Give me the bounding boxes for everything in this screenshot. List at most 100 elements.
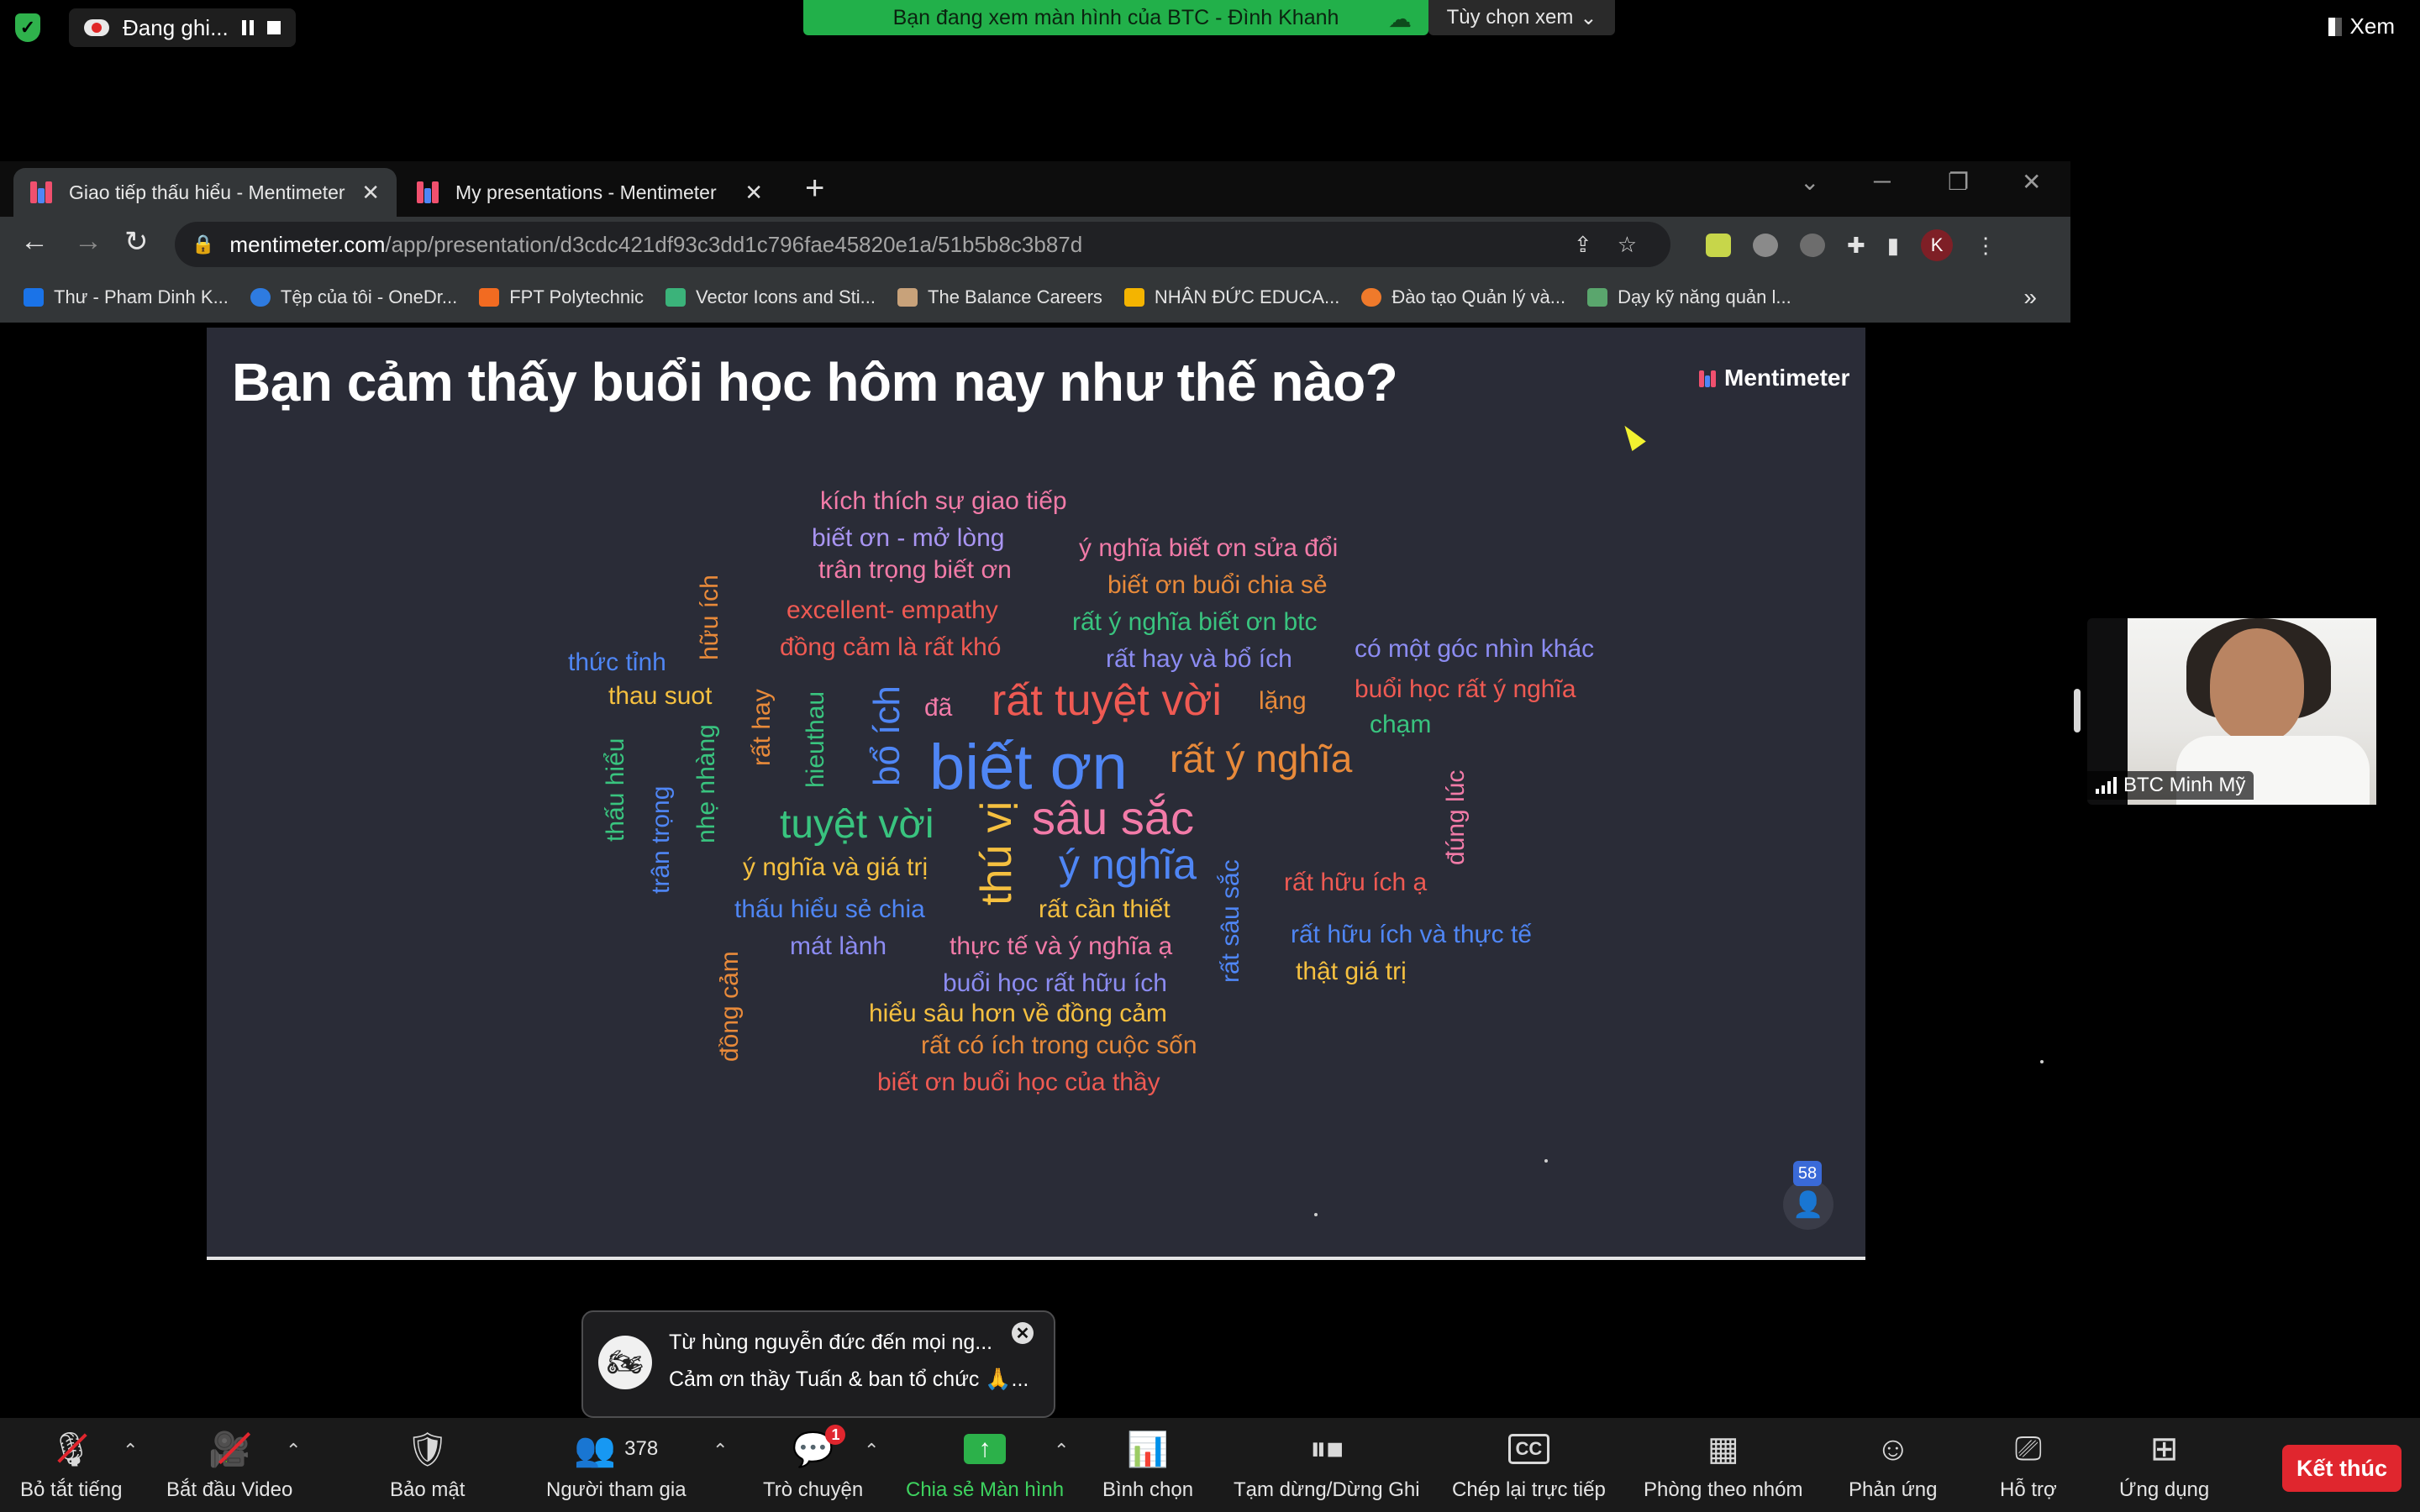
bookmark-site-icon: [1587, 288, 1608, 307]
live-transcript-button[interactable]: CC Chép lại trực tiếp: [1452, 1428, 1606, 1502]
smiley-icon: ☺: [1876, 1430, 1911, 1467]
breakout-rooms-button[interactable]: ▦ Phòng theo nhóm: [1644, 1428, 1802, 1502]
word-cloud-item: thật giá trị: [1296, 958, 1407, 985]
view-options-button[interactable]: Tùy chọn xem ⌄: [1428, 0, 1615, 35]
chevron-up-icon[interactable]: ⌃: [1054, 1440, 1069, 1462]
onedrive-icon: [250, 288, 271, 307]
word-cloud-item: mát lành: [790, 932, 887, 960]
view-label: Xem: [2349, 13, 2395, 39]
tab-my-presentations[interactable]: My presentations - Mentimeter ✕: [400, 168, 780, 217]
stop-recording-icon[interactable]: [266, 21, 281, 34]
chevron-up-icon[interactable]: ⌃: [123, 1440, 138, 1462]
support-button[interactable]: ⎚ Hỗ trợ: [2000, 1428, 2057, 1502]
pause-stop-icon: ⏸⏹: [1309, 1430, 1344, 1467]
chevron-up-icon[interactable]: ⌃: [864, 1440, 879, 1462]
close-tab-icon[interactable]: ✕: [361, 180, 380, 206]
recording-box: Đang ghi...: [69, 8, 296, 47]
bookmark-item[interactable]: Thư - Pham Dinh K...: [24, 286, 229, 308]
video-panel-handle[interactable]: [2074, 689, 2081, 732]
poll-button[interactable]: 📊 Bình chọn: [1102, 1428, 1193, 1502]
decorative-dot: [1314, 1213, 1318, 1216]
chat-bubble-icon: 💬 1: [792, 1425, 846, 1470]
word-cloud-item: thực tế và ý nghĩa ạ: [950, 932, 1173, 960]
person-icon: 👤: [1783, 1179, 1833, 1230]
decorative-dot: [2040, 1060, 2044, 1063]
minimize-icon[interactable]: ─: [1874, 168, 1891, 195]
word-cloud-item: biết ơn buổi chia sẻ: [1107, 571, 1328, 599]
extension-icon[interactable]: [1753, 234, 1778, 257]
tab-giao-tiep[interactable]: Giao tiếp thấu hiểu - Mentimeter ✕: [13, 168, 397, 217]
more-bookmarks-icon[interactable]: »: [2023, 284, 2037, 311]
star-icon[interactable]: ☆: [1618, 232, 1637, 258]
view-button[interactable]: Xem: [2328, 13, 2395, 39]
share-screen-button[interactable]: ↑ Chia sẻ Màn hình: [906, 1428, 1064, 1502]
word-cloud-item: biết ơn: [929, 732, 1128, 803]
response-count-badge: 58: [1793, 1161, 1822, 1186]
word-cloud-item: rất tuyệt vời: [992, 676, 1222, 725]
bookmark-item[interactable]: Tệp của tôi - OneDr...: [250, 286, 457, 308]
bookmark-item[interactable]: FPT Polytechnic: [479, 286, 644, 308]
decorative-dot: [1544, 1159, 1548, 1163]
participant-name: BTC Minh Mỹ: [2123, 774, 2246, 796]
close-icon[interactable]: ✕: [1012, 1322, 1034, 1344]
start-video-button[interactable]: 🎥 Bắt đầu Video: [166, 1428, 292, 1502]
word-cloud-item: đồng cảm: [716, 951, 744, 1062]
back-icon[interactable]: ←: [20, 225, 49, 258]
word-cloud-item: thú vị: [972, 801, 1021, 906]
pause-stop-recording-button[interactable]: ⏸⏹ Tạm dừng/Dừng Ghi: [1234, 1428, 1420, 1502]
bookmark-item[interactable]: Đào tạo Quản lý và...: [1361, 286, 1565, 308]
extension-icon[interactable]: [1706, 234, 1731, 257]
profile-avatar[interactable]: K: [1921, 229, 1954, 261]
bookmark-item[interactable]: Vector Icons and Sti...: [666, 286, 876, 308]
tab-label: My presentations - Mentimeter: [455, 181, 717, 203]
word-cloud-item: nhẹ nhàng: [692, 724, 720, 843]
word-cloud-item: có một góc nhìn khác: [1355, 635, 1595, 663]
chevron-up-icon[interactable]: ⌃: [286, 1440, 301, 1462]
address-bar[interactable]: 🔒 mentimeter.com/app/presentation/d3cdc4…: [175, 222, 1670, 267]
apps-button[interactable]: ⊞ Ứng dụng: [2119, 1428, 2209, 1502]
participant-name-tag: BTC Minh Mỹ: [2087, 771, 2254, 800]
chevron-down-icon: ⌄: [1580, 6, 1597, 29]
apps-icon: ⊞: [2149, 1431, 2179, 1467]
close-window-icon[interactable]: ✕: [2022, 168, 2041, 196]
puzzle-icon[interactable]: ✚: [1847, 233, 1865, 259]
chat-notification[interactable]: [581, 1310, 1055, 1418]
word-cloud-item: rất ý nghĩa biết ơn btc: [1072, 608, 1318, 636]
muted-microphone-icon: 🎙: [50, 1428, 92, 1470]
word-cloud-item: chạm: [1370, 711, 1432, 738]
side-panel-icon[interactable]: ▮: [1887, 233, 1899, 259]
participants-button[interactable]: 👥 378 Người tham gia: [546, 1428, 687, 1502]
word-cloud-item: rất hữu ích ạ: [1284, 869, 1428, 896]
tab-search-icon[interactable]: ⌄: [1800, 168, 1819, 196]
video-off-icon: 🎥: [208, 1428, 251, 1470]
chat-button[interactable]: 💬 1 Trò chuyện: [763, 1425, 863, 1502]
menu-icon[interactable]: ⋮: [1975, 233, 1996, 259]
outlook-icon: [24, 288, 44, 307]
signal-icon: [2096, 777, 2117, 794]
close-tab-icon[interactable]: ✕: [744, 180, 763, 206]
participant-face: [2210, 628, 2304, 743]
new-tab-icon[interactable]: +: [805, 171, 824, 205]
reload-icon[interactable]: ↻: [124, 225, 149, 259]
bookmark-item[interactable]: NHÂN ĐỨC EDUCA...: [1123, 286, 1339, 308]
chevron-up-icon[interactable]: ⌃: [713, 1440, 728, 1462]
unmute-button[interactable]: 🎙 Bỏ tắt tiếng: [20, 1428, 122, 1502]
word-cloud-item: thức tỉnh: [568, 648, 666, 676]
vector-icon: [666, 288, 686, 307]
cloud-icon: ☁: [1388, 6, 1412, 32]
end-meeting-button[interactable]: Kết thúc: [2282, 1445, 2402, 1492]
forward-icon[interactable]: →: [74, 225, 103, 258]
share-icon[interactable]: ⇪: [1574, 232, 1592, 258]
restore-icon[interactable]: ❐: [1948, 168, 1969, 196]
pause-recording-icon[interactable]: [241, 20, 254, 35]
bookmark-item[interactable]: The Balance Careers: [897, 286, 1102, 308]
view-layout-icon: [2328, 17, 2342, 36]
reactions-button[interactable]: ☺ Phản ứng: [1849, 1428, 1937, 1502]
security-button[interactable]: 🛡 Bảo mật: [390, 1428, 465, 1502]
bookmark-item[interactable]: Dạy kỹ năng quản l...: [1587, 286, 1791, 308]
word-cloud-item: rất hay: [748, 689, 776, 766]
extension-icon[interactable]: [1800, 234, 1825, 257]
word-cloud-item: rất ý nghĩa: [1170, 737, 1353, 780]
word-cloud-item: kích thích sự giao tiếp: [820, 487, 1067, 515]
word-cloud-item: thau suot: [608, 682, 713, 710]
